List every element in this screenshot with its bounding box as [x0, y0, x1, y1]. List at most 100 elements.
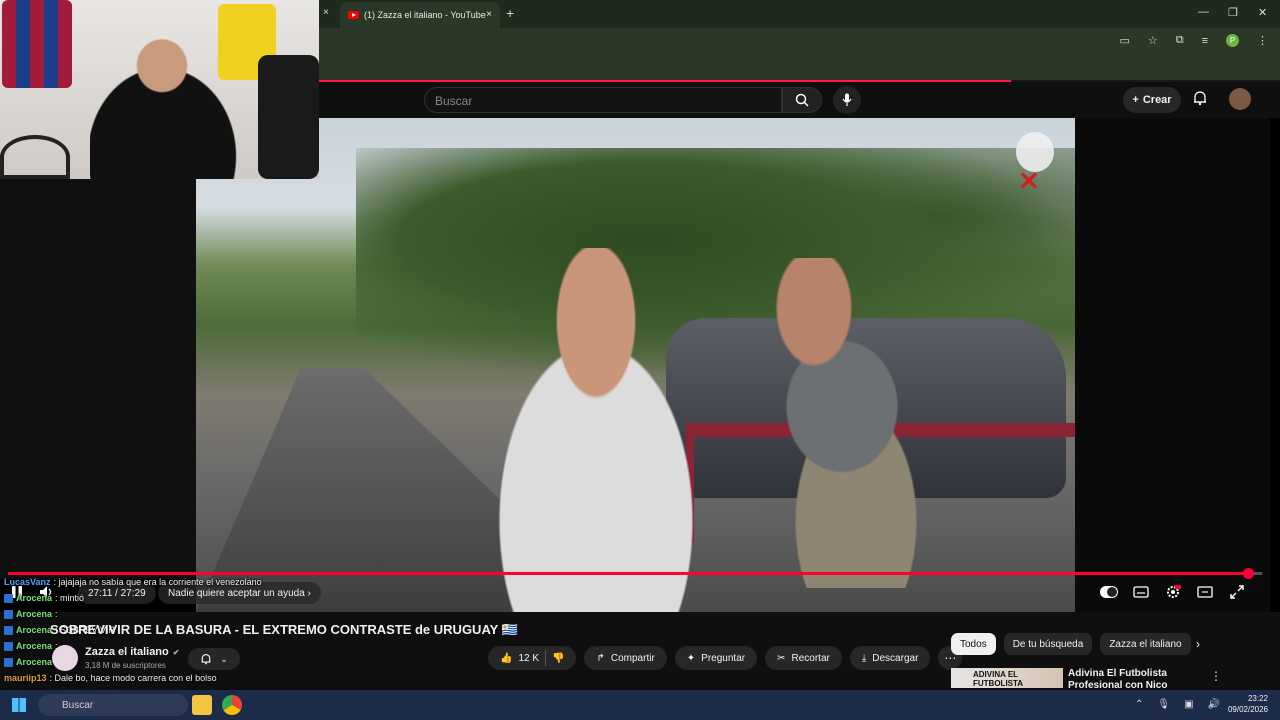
streamer — [90, 28, 270, 179]
media-icon[interactable]: ≡ — [1202, 35, 1208, 47]
chrome-icon[interactable] — [222, 695, 242, 715]
autoplay-toggle-icon — [1100, 586, 1118, 598]
clip-label: Recortar — [791, 652, 830, 664]
subtitles-button[interactable] — [1132, 583, 1150, 601]
video-person-front — [446, 248, 746, 612]
video-title: SOBREVIVIR DE LA BASURA - EL EXTREMO CON… — [50, 622, 518, 637]
notifications-button[interactable] — [1192, 90, 1208, 111]
like-button[interactable]: 👍 12 K — [500, 653, 539, 664]
windows-taskbar: Buscar ⌃ 🎙 ▣ 🔊 23:22 09/02/2026 — [0, 690, 1280, 720]
chat-message: Arocena: mintió — [4, 593, 84, 603]
voice-search-button[interactable] — [833, 86, 861, 114]
streamer-webcam — [0, 0, 319, 179]
chapter-title: Nadie quiere aceptar un ayuda — [168, 587, 305, 599]
bookmarks-bar — [319, 56, 1280, 80]
recommendation-menu-icon[interactable]: ⋮ — [1210, 669, 1222, 683]
clip-button[interactable]: ✂ Recortar — [765, 646, 842, 670]
tray-volume-icon[interactable]: 🔊 — [1208, 699, 1220, 710]
chat-message: Arocena: — [4, 657, 58, 667]
download-label: Descargar — [872, 652, 919, 664]
settings-button[interactable] — [1164, 583, 1182, 601]
player-left-padding — [0, 179, 196, 579]
chat-badge-icon — [4, 625, 13, 635]
tray-microphone-icon[interactable]: 🎙 — [1157, 699, 1170, 710]
chat-username: LucasVanz — [4, 577, 51, 587]
youtube-header: Buscar + Crear — [319, 82, 1280, 118]
new-tab-button[interactable]: + — [506, 5, 514, 21]
create-button[interactable]: + Crear — [1123, 87, 1181, 113]
chat-username: Arocena — [16, 657, 53, 667]
clock-date: 09/02/2026 — [1227, 705, 1268, 714]
chat-message: mauriip13: Dale bo, hace modo carrera co… — [4, 673, 217, 683]
minimize-button[interactable]: — — [1198, 6, 1209, 18]
share-icon: ↱ — [596, 652, 605, 664]
browser-tab-active[interactable]: (1) Zazza el italiano - YouTube × — [340, 2, 500, 28]
chevron-down-icon: ⌄ — [220, 653, 228, 664]
dislike-button[interactable]: 👎 — [552, 653, 564, 664]
chat-message: Arocena: — [4, 641, 58, 651]
miniplayer-button[interactable] — [1196, 583, 1214, 601]
chat-badge-icon — [4, 657, 13, 667]
gear-icon — [1167, 585, 1181, 598]
autoplay-toggle[interactable] — [1100, 583, 1118, 601]
chip-channel[interactable]: Zazza el italiano — [1100, 633, 1191, 655]
download-button[interactable]: ⤓ Descargar — [849, 646, 931, 670]
video-frame[interactable]: ✕ — [196, 118, 1075, 612]
like-separator — [545, 650, 547, 666]
thumbs-down-icon: 👎 — [552, 652, 565, 664]
share-label: Compartir — [610, 652, 655, 664]
subscriber-count: 3,18 M de suscriptores — [85, 661, 166, 670]
search-input[interactable]: Buscar — [424, 87, 782, 113]
bell-icon — [1194, 91, 1206, 106]
extensions-icon[interactable]: ⧉ — [1176, 34, 1184, 47]
recommended-thumbnail[interactable]: ADIVINA EL FUTBOLISTA — [951, 668, 1063, 688]
miniplayer-icon — [1197, 586, 1213, 598]
channel-name-row[interactable]: Zazza el italiano ✔ — [85, 646, 179, 658]
chip-from-search[interactable]: De tu búsqueda — [1003, 633, 1093, 655]
chevron-right-icon[interactable]: › — [1196, 637, 1200, 651]
taskbar-search[interactable]: Buscar — [38, 694, 188, 716]
chat-username: Arocena — [16, 625, 53, 635]
ask-label: Preguntar — [701, 652, 746, 664]
tray-chevron-up-icon[interactable]: ⌃ — [1135, 699, 1143, 710]
chevron-right-icon: › — [304, 587, 311, 599]
file-explorer-icon[interactable] — [192, 695, 212, 715]
fullscreen-icon — [1230, 585, 1244, 599]
windows-start-icon[interactable] — [12, 698, 26, 712]
prev-tab-close-icon[interactable]: × — [323, 7, 329, 18]
profile-avatar-icon[interactable]: P — [1226, 34, 1239, 47]
chip-all[interactable]: Todos — [951, 633, 996, 655]
menu-kebab-icon[interactable]: ⋮ — [1257, 34, 1268, 47]
subscribed-notifications-button[interactable]: ⌄ — [188, 648, 240, 670]
cast-icon[interactable]: ▭ — [1119, 34, 1129, 47]
account-avatar[interactable] — [1229, 88, 1251, 110]
sparkle-icon: ✦ — [686, 652, 696, 664]
screen: × (1) Zazza el italiano - YouTube × + — … — [0, 0, 1280, 720]
microphone-icon — [842, 93, 852, 106]
bookmark-star-icon[interactable]: ☆ — [1148, 34, 1158, 47]
youtube-favicon-icon — [348, 11, 359, 19]
chat-message: LucasVanz: jajajaja no sabía que era la … — [4, 577, 262, 587]
chat-username: Arocena — [16, 593, 53, 603]
video-person-right — [716, 258, 996, 588]
video-progress-bar[interactable] — [8, 568, 1262, 579]
channel-avatar[interactable] — [52, 645, 78, 671]
subtitles-icon — [1133, 586, 1149, 598]
fullscreen-button[interactable] — [1228, 583, 1246, 601]
close-window-button[interactable]: ✕ — [1258, 6, 1267, 19]
chat-text: : mintió — [55, 593, 85, 603]
ask-button[interactable]: ✦ Preguntar — [674, 646, 758, 670]
watermark-x-icon: ✕ — [1018, 166, 1040, 196]
chat-badge-icon — [4, 641, 13, 651]
system-tray: ⌃ 🎙 ▣ 🔊 — [1135, 699, 1220, 710]
clock-time: 23:22 — [1247, 694, 1268, 703]
scissors-icon: ✂ — [777, 652, 786, 664]
taskbar-clock[interactable]: 23:22 09/02/2026 — [1228, 693, 1268, 715]
tab-close-icon[interactable]: × — [486, 9, 492, 20]
tray-network-icon[interactable]: ▣ — [1184, 699, 1193, 710]
restore-button[interactable]: ❐ — [1228, 6, 1238, 19]
search-button[interactable] — [782, 87, 822, 113]
share-button[interactable]: ↱ Compartir — [584, 646, 667, 670]
chat-text: : jajajaja no sabía que era la corriente… — [53, 577, 262, 587]
search-icon — [795, 93, 809, 107]
